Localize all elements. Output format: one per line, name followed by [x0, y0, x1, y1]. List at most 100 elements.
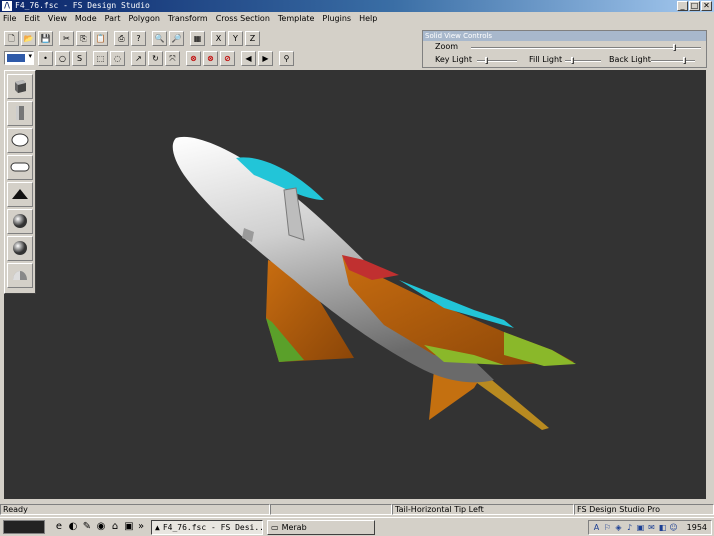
window-controls: _ □ ✕: [677, 1, 712, 11]
color-swatch: [7, 54, 25, 62]
copy-button[interactable]: ⎘: [76, 30, 91, 46]
edit-toolbar: ▾ • ○ S ⬚ ◌ ↗ ↻ ⤧ ⊗ ⊗ ⊘ ◀ ▶ ⚲: [0, 49, 420, 67]
menu-mode[interactable]: Mode: [75, 12, 97, 25]
menu-cross-section[interactable]: Cross Section: [216, 12, 270, 25]
zoom-slider-thumb[interactable]: [673, 44, 676, 51]
select-circle-button[interactable]: ○: [55, 50, 70, 66]
tray-app-icon[interactable]: ◧: [658, 523, 667, 532]
zoom-out-button[interactable]: 🔎: [169, 30, 184, 46]
grid-button[interactable]: ▦: [190, 30, 205, 46]
quick-launch-icon[interactable]: e: [53, 521, 65, 533]
print-button[interactable]: ⎙: [114, 30, 129, 46]
tray-user-icon[interactable]: ☺: [669, 523, 678, 532]
open-file-button[interactable]: 📂: [21, 30, 36, 46]
title-bar: /\ F4_76.fsc - FS Design Studio _ □ ✕: [0, 0, 714, 12]
dome-shape-button[interactable]: [7, 263, 33, 288]
minimize-button[interactable]: _: [677, 1, 688, 11]
select-lasso-button[interactable]: S: [72, 50, 87, 66]
ball-shape-button[interactable]: [7, 236, 33, 261]
tray-shield-icon[interactable]: ◈: [614, 523, 623, 532]
paste-button[interactable]: 📋: [93, 30, 108, 46]
menu-transform[interactable]: Transform: [168, 12, 208, 25]
task-list: ▲ F4_76.fsc - FS Desi... ▭ Merab: [147, 519, 375, 535]
menu-edit[interactable]: Edit: [24, 12, 40, 25]
maximize-button[interactable]: □: [689, 1, 700, 11]
delete-polygon-button[interactable]: ⊗: [203, 50, 218, 66]
tray-mail-icon[interactable]: ✉: [647, 523, 656, 532]
menu-polygon[interactable]: Polygon: [128, 12, 159, 25]
menu-template[interactable]: Template: [278, 12, 315, 25]
select-faded-button[interactable]: ◌: [110, 50, 125, 66]
quick-launch-icon[interactable]: ⌂: [109, 521, 121, 533]
taskbar-button[interactable]: ▭ Merab: [267, 519, 375, 535]
status-empty: [270, 504, 392, 515]
cut-button[interactable]: ✂: [59, 30, 74, 46]
view-color-combo[interactable]: ▾: [4, 51, 34, 65]
back-light-slider-track[interactable]: [651, 60, 695, 62]
scale-button[interactable]: ⤧: [165, 50, 180, 66]
save-button[interactable]: 💾: [38, 30, 53, 46]
status-product: FS Design Studio Pro: [574, 504, 714, 515]
mirror-y-button[interactable]: Y: [228, 30, 243, 46]
close-button[interactable]: ✕: [701, 1, 712, 11]
window-icon: ▭: [271, 522, 279, 532]
more-icon[interactable]: »: [135, 521, 147, 533]
mirror-x-button[interactable]: X: [211, 30, 226, 46]
app-icon[interactable]: /\: [2, 1, 12, 11]
start-button[interactable]: [3, 520, 45, 534]
back-light-label: Back Light: [609, 55, 651, 64]
zoom-slider-track[interactable]: [471, 47, 701, 49]
key-light-slider-thumb[interactable]: [485, 57, 488, 64]
capsule-shape-button[interactable]: [7, 155, 33, 180]
taskbar-button-label: Merab: [281, 522, 307, 532]
sphere-shape-button[interactable]: [7, 128, 33, 153]
chevron-down-icon: ▾: [28, 52, 32, 60]
fill-light-slider-thumb[interactable]: [571, 57, 574, 64]
quick-launch-icon[interactable]: ◐: [67, 521, 79, 533]
clock: 1954: [686, 523, 707, 532]
menu-plugins[interactable]: Plugins: [322, 12, 351, 25]
wedge-icon: [10, 187, 30, 203]
select-point-button[interactable]: •: [38, 50, 53, 66]
menu-help[interactable]: Help: [359, 12, 377, 25]
menu-view[interactable]: View: [48, 12, 67, 25]
wedge-shape-button[interactable]: [7, 182, 33, 207]
next-button[interactable]: ▶: [258, 50, 273, 66]
geosphere-shape-button[interactable]: [7, 209, 33, 234]
menu-bar: File Edit View Mode Part Polygon Transform Cros…: [0, 12, 714, 25]
tray-a-icon[interactable]: A: [592, 523, 601, 532]
quick-launch-icon[interactable]: ▣: [123, 521, 135, 533]
delete-part-button[interactable]: ⊘: [220, 50, 235, 66]
tray-volume-icon[interactable]: ♪: [625, 523, 634, 532]
rotate-button[interactable]: ↻: [148, 50, 163, 66]
quick-launch-icon[interactable]: ✎: [81, 521, 93, 533]
solid-view-controls: Solid View Controls Zoom Key Light Fill …: [422, 30, 707, 68]
tray-network-icon[interactable]: ⚐: [603, 523, 612, 532]
previous-button[interactable]: ◀: [241, 50, 256, 66]
cylinder-shape-button[interactable]: [7, 101, 33, 126]
move-button[interactable]: ↗: [131, 50, 146, 66]
system-tray: A ⚐ ◈ ♪ ▣ ✉ ◧ ☺ 1954: [588, 520, 712, 535]
binoculars-button[interactable]: ⚲: [279, 50, 294, 66]
status-part: Tail-Horizontal Tip Left: [392, 504, 574, 515]
status-message: Ready: [0, 504, 270, 515]
zoom-in-button[interactable]: 🔍: [152, 30, 167, 46]
key-light-slider-track[interactable]: [477, 60, 517, 62]
menu-part[interactable]: Part: [105, 12, 121, 25]
main-toolbar: 🗋 📂 💾 ✂ ⎘ 📋 ⎙? 🔍 🔎 ▦ X Y Z: [0, 29, 420, 47]
shape-palette: [4, 70, 36, 294]
select-box-button[interactable]: ⬚: [93, 50, 108, 66]
status-bar: Ready Tail-Horizontal Tip Left FS Design…: [0, 504, 714, 516]
cube-shape-button[interactable]: [7, 74, 33, 99]
delete-button[interactable]: ⊗: [186, 50, 201, 66]
new-file-button[interactable]: 🗋: [4, 30, 19, 46]
quick-launch-icon[interactable]: ◉: [95, 521, 107, 533]
mirror-z-button[interactable]: Z: [245, 30, 260, 46]
help-button[interactable]: ?: [131, 30, 146, 46]
back-light-slider-thumb[interactable]: [683, 57, 686, 64]
solid-viewport[interactable]: [4, 70, 706, 499]
dome-icon: [11, 267, 29, 285]
tray-monitor-icon[interactable]: ▣: [636, 523, 645, 532]
taskbar-button[interactable]: ▲ F4_76.fsc - FS Desi...: [151, 519, 263, 535]
menu-file[interactable]: File: [3, 12, 16, 25]
